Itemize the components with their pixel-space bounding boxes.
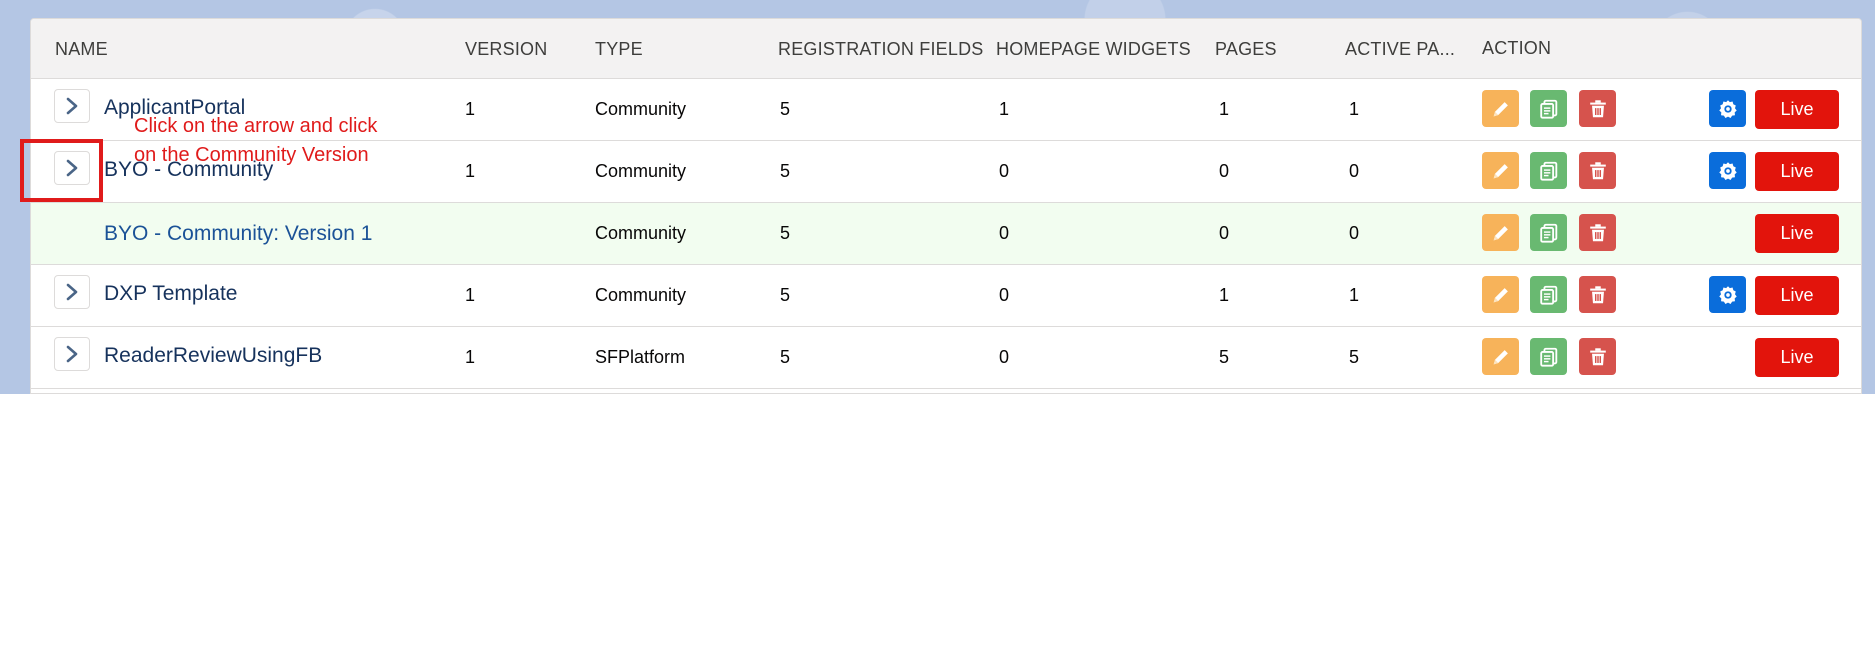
- delete-button[interactable]: [1579, 214, 1616, 251]
- column-header-pages[interactable]: PAGES: [1215, 19, 1277, 79]
- row-active-pages: 5: [1349, 347, 1360, 367]
- gear-icon: [1718, 99, 1737, 118]
- delete-button[interactable]: [1579, 276, 1616, 313]
- live-button[interactable]: Live: [1755, 152, 1839, 191]
- live-button[interactable]: Live: [1755, 90, 1839, 129]
- community-version-link[interactable]: BYO - Community: Version 1: [104, 203, 372, 264]
- trash-icon: [1589, 347, 1606, 365]
- trash-icon: [1589, 223, 1606, 241]
- copy-button[interactable]: [1530, 90, 1567, 127]
- expand-button[interactable]: [54, 337, 90, 371]
- row-homepage-widgets: 0: [999, 223, 1010, 243]
- trash-icon: [1589, 285, 1606, 303]
- community-table: NAME VERSION TYPE REGISTRATION FIELDS HO…: [30, 18, 1862, 394]
- delete-button[interactable]: [1579, 152, 1616, 189]
- row-pages: 5: [1219, 347, 1230, 367]
- pencil-icon: [1493, 225, 1508, 240]
- pencil-icon: [1493, 287, 1508, 302]
- copy-icon: [1539, 223, 1557, 243]
- pencil-icon: [1493, 349, 1508, 364]
- gear-icon: [1718, 161, 1737, 180]
- row-pages: 0: [1219, 161, 1230, 181]
- chevron-right-icon: [66, 283, 78, 301]
- row-homepage-widgets: 0: [999, 285, 1010, 305]
- row-pages: 0: [1219, 223, 1230, 243]
- row-type: Community: [595, 223, 687, 243]
- row-pages: 1: [1219, 285, 1230, 305]
- live-button[interactable]: Live: [1755, 338, 1839, 377]
- row-homepage-widgets: 1: [999, 99, 1010, 119]
- copy-button[interactable]: [1530, 152, 1567, 189]
- table-header: NAME VERSION TYPE REGISTRATION FIELDS HO…: [31, 19, 1861, 79]
- table-row: DXP Template 1 Community 5 0 1 1 Live: [31, 265, 1861, 327]
- trash-icon: [1589, 99, 1606, 117]
- row-active-pages: 0: [1349, 161, 1360, 181]
- row-type: Community: [595, 161, 687, 181]
- column-header-homepage-widgets[interactable]: HOMEPAGE WIDGETS: [996, 19, 1191, 79]
- row-registration-fields: 5: [780, 161, 791, 181]
- row-homepage-widgets: 0: [999, 347, 1010, 367]
- settings-button[interactable]: [1709, 276, 1746, 313]
- column-header-version[interactable]: VERSION: [465, 19, 547, 79]
- pencil-icon: [1493, 101, 1508, 116]
- delete-button[interactable]: [1579, 90, 1616, 127]
- edit-button[interactable]: [1482, 338, 1519, 375]
- row-registration-fields: 5: [780, 223, 791, 243]
- column-header-name[interactable]: NAME: [55, 19, 108, 79]
- column-header-active-pages[interactable]: ACTIVE PA...: [1345, 19, 1455, 79]
- chevron-right-icon: [66, 345, 78, 363]
- row-registration-fields: 5: [780, 285, 791, 305]
- row-name[interactable]: DXP Template: [104, 265, 237, 326]
- pencil-icon: [1493, 163, 1508, 178]
- row-version: 1: [465, 99, 476, 119]
- copy-button[interactable]: [1530, 338, 1567, 375]
- copy-icon: [1539, 347, 1557, 367]
- edit-button[interactable]: [1482, 152, 1519, 189]
- live-button[interactable]: Live: [1755, 276, 1839, 315]
- edit-button[interactable]: [1482, 90, 1519, 127]
- row-active-pages: 1: [1349, 99, 1360, 119]
- row-version: 1: [465, 161, 476, 181]
- column-header-registration-fields[interactable]: REGISTRATION FIELDS: [778, 19, 984, 79]
- copy-icon: [1539, 285, 1557, 305]
- expand-button[interactable]: [54, 275, 90, 309]
- live-button[interactable]: Live: [1755, 214, 1839, 253]
- copy-button[interactable]: [1530, 276, 1567, 313]
- table-row: ReaderReviewUsingFB 1 SFPlatform 5 0 5 5…: [31, 327, 1861, 389]
- row-active-pages: 0: [1349, 223, 1360, 243]
- settings-button[interactable]: [1709, 90, 1746, 127]
- row-homepage-widgets: 0: [999, 161, 1010, 181]
- trash-icon: [1589, 161, 1606, 179]
- version-row: BYO - Community: Version 1 Community 5 0…: [31, 203, 1861, 265]
- expand-button[interactable]: [54, 89, 90, 123]
- row-registration-fields: 5: [780, 99, 791, 119]
- row-type: Community: [595, 99, 687, 119]
- row-name[interactable]: ReaderReviewUsingFB: [104, 327, 322, 388]
- row-type: Community: [595, 285, 687, 305]
- row-version: 1: [465, 285, 476, 305]
- row-active-pages: 1: [1349, 285, 1360, 305]
- row-pages: 1: [1219, 99, 1230, 119]
- annotation-highlight-box: [20, 139, 103, 202]
- edit-button[interactable]: [1482, 276, 1519, 313]
- row-registration-fields: 5: [780, 347, 791, 367]
- copy-icon: [1539, 161, 1557, 181]
- copy-button[interactable]: [1530, 214, 1567, 251]
- edit-button[interactable]: [1482, 214, 1519, 251]
- copy-icon: [1539, 99, 1557, 119]
- column-header-type[interactable]: TYPE: [595, 19, 643, 79]
- chevron-right-icon: [66, 97, 78, 115]
- annotation-text: Click on the arrow and click on the Comm…: [134, 115, 378, 166]
- gear-icon: [1718, 285, 1737, 304]
- column-header-action: ACTION: [1482, 38, 1552, 58]
- row-type: SFPlatform: [595, 347, 686, 367]
- settings-button[interactable]: [1709, 152, 1746, 189]
- delete-button[interactable]: [1579, 338, 1616, 375]
- row-version: 1: [465, 347, 476, 367]
